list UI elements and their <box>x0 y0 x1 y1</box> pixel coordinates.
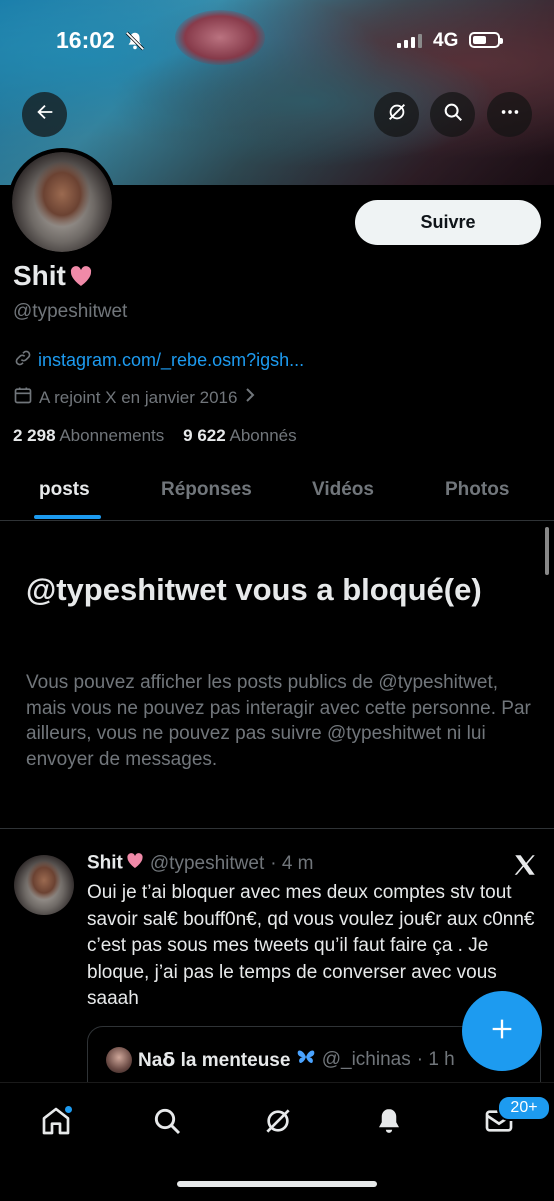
tweet-avatar[interactable] <box>14 855 74 915</box>
followers-stat[interactable]: 9 622 Abonnés <box>183 426 296 445</box>
search-button[interactable] <box>430 92 475 137</box>
battery-icon <box>469 32 503 48</box>
tab-replies[interactable]: Réponses <box>161 479 252 501</box>
quoted-time: · 1 h <box>416 1049 455 1070</box>
profile-tabs: posts Réponses Vidéos Photos <box>0 460 554 521</box>
signal-icon <box>397 34 423 53</box>
tab-posts[interactable]: posts <box>39 479 90 501</box>
active-tab-indicator <box>34 515 101 519</box>
grok-button[interactable] <box>374 92 419 137</box>
tweet-author-handle[interactable]: @typeshitwet <box>150 853 264 875</box>
silent-mode-icon <box>124 30 146 57</box>
search-icon <box>442 101 464 128</box>
search-icon <box>151 1105 183 1142</box>
tweet-text: Oui je t’ai bloquer avec mes deux compte… <box>87 882 535 1009</box>
compose-button[interactable] <box>462 991 542 1071</box>
heart-emoji-icon <box>69 262 93 294</box>
scrollbar[interactable] <box>545 527 549 575</box>
tweet-time: · 4 m <box>270 852 314 874</box>
blocked-title: @typeshitwet vous a bloqué(e) <box>26 572 482 607</box>
chevron-right-icon <box>243 387 257 408</box>
profile-avatar[interactable] <box>8 148 116 256</box>
messages-badge: 20+ <box>497 1095 551 1121</box>
blocked-description: Vous pouvez afficher les posts publics d… <box>26 672 531 770</box>
quoted-avatar <box>106 1047 132 1073</box>
joined-date[interactable]: A rejoint X en janvier 2016 <box>13 385 257 410</box>
notifications-icon <box>374 1106 404 1141</box>
more-button[interactable] <box>487 92 532 137</box>
tweet-header: Shit @typeshitwet · 4 m <box>87 852 314 875</box>
tweet-author-name[interactable]: Shit <box>87 852 144 875</box>
status-bar: 16:02 4G <box>0 0 554 84</box>
quoted-tweet-header: Naẟ la menteuse @_ichinas · 1 h <box>106 1047 455 1073</box>
grok-icon <box>386 101 408 128</box>
nav-search[interactable] <box>147 1103 187 1143</box>
quoted-author-handle: @_ichinas <box>321 1049 411 1070</box>
link-icon <box>13 348 33 373</box>
grok-icon <box>262 1105 294 1142</box>
back-button[interactable] <box>22 92 67 137</box>
nav-notifications[interactable] <box>369 1103 409 1143</box>
follow-button[interactable]: Suivre <box>355 200 541 245</box>
unread-dot <box>65 1106 72 1113</box>
profile-link[interactable]: instagram.com/_rebe.osm?igsh... <box>13 348 304 373</box>
plus-icon <box>488 1015 516 1048</box>
nav-home[interactable] <box>36 1103 76 1143</box>
nav-grok[interactable] <box>258 1103 298 1143</box>
more-icon <box>499 101 521 128</box>
butterfly-emoji-icon <box>296 1050 316 1071</box>
home-indicator[interactable] <box>177 1181 377 1187</box>
heart-emoji-icon <box>126 852 144 875</box>
tab-photos[interactable]: Photos <box>445 479 509 501</box>
quoted-author-name: Naẟ la menteuse <box>138 1048 316 1072</box>
network-label: 4G <box>433 30 459 51</box>
following-stat[interactable]: 2 298 Abonnements <box>13 426 164 445</box>
status-time: 16:02 <box>56 27 115 53</box>
divider <box>0 828 554 829</box>
profile-handle: @typeshitwet <box>13 301 128 322</box>
calendar-icon <box>13 385 33 410</box>
display-name: Shit <box>13 260 93 294</box>
follow-stats: 2 298 Abonnements 9 622 Abonnés <box>13 426 297 446</box>
back-arrow-icon <box>34 101 56 128</box>
tab-videos[interactable]: Vidéos <box>312 479 374 501</box>
